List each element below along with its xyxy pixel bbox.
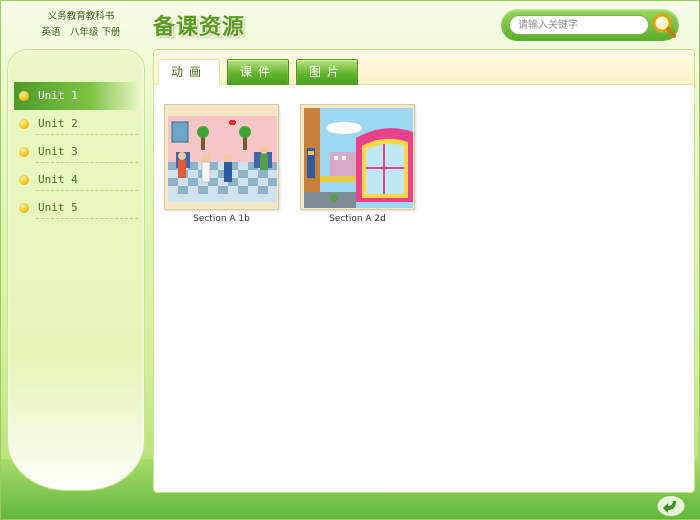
tab-pictures[interactable]: 图片 <box>296 59 358 85</box>
book-subject: 英语 八年级 下册 <box>41 27 121 38</box>
unit-label: Unit 1 <box>38 89 78 102</box>
unit-sidebar: Unit 1 Unit 2 Unit 3 Unit 4 Unit 5 <box>7 49 145 491</box>
resource-caption-1: Section A 1b <box>193 214 250 224</box>
search-bar <box>501 9 679 41</box>
clinic-scene-thumbnail <box>168 108 277 208</box>
unit-list: Unit 1 Unit 2 Unit 3 Unit 4 Unit 5 <box>14 82 140 222</box>
unit-label: Unit 3 <box>38 145 78 158</box>
book-series: 义务教育教科书 <box>47 11 115 22</box>
sidebar-item-unit-1[interactable]: Unit 1 <box>14 82 140 110</box>
tab-animation[interactable]: 动画 <box>158 59 220 85</box>
street-scene-thumbnail <box>304 108 413 208</box>
tab-courseware[interactable]: 课件 <box>227 59 289 85</box>
unit-label: Unit 4 <box>38 173 78 186</box>
unit-label: Unit 5 <box>38 201 78 214</box>
sidebar-item-unit-4[interactable]: Unit 4 <box>14 166 140 194</box>
sidebar-item-unit-3[interactable]: Unit 3 <box>14 138 140 166</box>
bullet-icon <box>19 91 29 101</box>
resource-thumb-2[interactable] <box>300 104 415 210</box>
resource-caption-2: Section A 2d <box>329 214 386 224</box>
page-title: 备课资源 <box>153 15 246 40</box>
bullet-icon <box>19 175 29 185</box>
sidebar-item-unit-5[interactable]: Unit 5 <box>14 194 140 222</box>
search-icon <box>652 13 676 38</box>
bullet-icon <box>19 147 29 157</box>
tab-bar: 动画 课件 图片 <box>154 50 694 85</box>
search-input[interactable] <box>509 15 649 35</box>
app-window: 义务教育教科书 英语 八年级 下册 备课资源 Unit 1 Unit 2 <box>0 0 700 520</box>
resource-thumb-1[interactable] <box>164 104 279 210</box>
bullet-icon <box>19 119 29 129</box>
search-button[interactable] <box>651 11 677 39</box>
back-button[interactable] <box>656 495 686 517</box>
book-info: 义务教育教科书 英语 八年级 下册 <box>31 9 131 41</box>
unit-label: Unit 2 <box>38 117 78 130</box>
return-arrow-icon <box>656 495 686 517</box>
resource-panel: 动画 课件 图片 Section A 1b Section A 2d <box>153 49 695 493</box>
sidebar-item-unit-2[interactable]: Unit 2 <box>14 110 140 138</box>
bullet-icon <box>19 203 29 213</box>
